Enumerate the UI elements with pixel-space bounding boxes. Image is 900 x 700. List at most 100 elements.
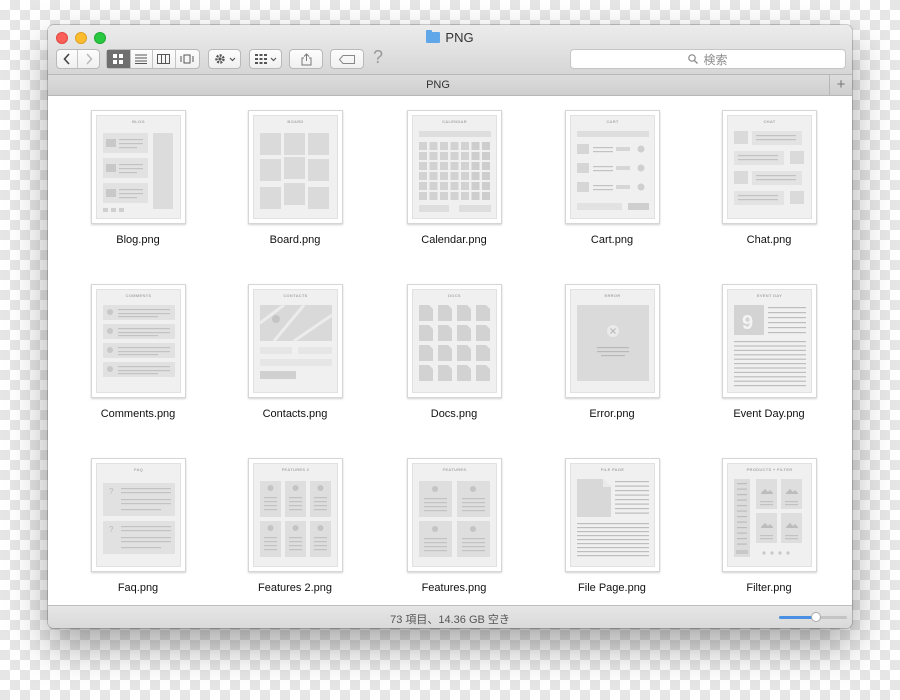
error-page-illustration xyxy=(577,305,649,381)
thumbnail-title: FILE PAGE xyxy=(600,467,625,472)
file-thumbnail[interactable]: CONTACTS xyxy=(248,284,343,398)
svg-text:9: 9 xyxy=(742,312,753,334)
search-placeholder: 検索 xyxy=(703,52,728,67)
file-thumbnail[interactable]: FEATURES 2 xyxy=(248,458,343,572)
list-view-icon xyxy=(135,54,148,64)
docs-page-illustration xyxy=(419,305,490,381)
tab-bar: PNG + xyxy=(48,75,852,96)
file-thumbnail[interactable]: PRODUCTS + FILTER xyxy=(722,458,817,572)
file-name[interactable]: Features.png xyxy=(379,582,529,594)
file-name[interactable]: Chat.png xyxy=(694,234,844,246)
status-bar: 73 項目、14.36 GB 空き xyxy=(48,605,852,628)
thumbnail-title: COMMENTS xyxy=(125,293,152,298)
file-name[interactable]: Event Day.png xyxy=(694,408,844,420)
arrange-menu-button[interactable] xyxy=(249,49,282,69)
tag-icon xyxy=(339,54,355,64)
file-thumbnail[interactable]: ERROR xyxy=(565,284,660,398)
file-item[interactable]: EVENT DAY 9 Event Day.png xyxy=(694,270,844,430)
file-name[interactable]: File Page.png xyxy=(537,582,687,594)
thumbnail-title: CART xyxy=(606,119,619,124)
file-item[interactable]: CONTACTS Contacts.png xyxy=(220,270,370,430)
file-name[interactable]: Features 2.png xyxy=(220,582,370,594)
file-thumbnail[interactable]: DOCS xyxy=(407,284,502,398)
file-item[interactable]: CHAT Chat.png xyxy=(694,96,844,256)
tab-png[interactable]: PNG xyxy=(48,79,828,91)
share-button[interactable] xyxy=(289,49,323,69)
file-name[interactable]: Blog.png xyxy=(63,234,213,246)
file-name[interactable]: Docs.png xyxy=(379,408,529,420)
file-item[interactable]: FILE PAGE File Page.png xyxy=(537,444,687,604)
file-grid-area[interactable]: BLOG Blog.png BOARD Board.png CALENDAR Calend… xyxy=(48,96,852,605)
thumbnail-title: BOARD xyxy=(287,119,304,124)
chevron-left-icon xyxy=(63,53,70,65)
calendar-page-illustration xyxy=(419,131,491,212)
icon-view-button[interactable] xyxy=(107,50,131,68)
file-thumbnail[interactable]: CALENDAR xyxy=(407,110,502,224)
file-thumbnail[interactable]: BOARD xyxy=(248,110,343,224)
file-name[interactable]: Comments.png xyxy=(63,408,213,420)
window-title: PNG xyxy=(48,30,852,45)
chevron-right-icon xyxy=(85,53,93,65)
file-name[interactable]: Board.png xyxy=(220,234,370,246)
file-thumbnail[interactable]: FEATURES xyxy=(407,458,502,572)
finder-window: PNG ? 検索 PNG + BLOG Blog.png BOARD Board… xyxy=(48,25,852,628)
file-thumbnail[interactable]: FILE PAGE xyxy=(565,458,660,572)
search-icon xyxy=(688,54,699,64)
cover-flow-button[interactable] xyxy=(176,50,199,68)
gear-icon xyxy=(214,54,225,64)
file-name[interactable]: Error.png xyxy=(537,408,687,420)
file-item[interactable]: BOARD Board.png xyxy=(220,96,370,256)
contacts-page-illustration xyxy=(259,303,333,379)
chat-page-illustration xyxy=(734,131,804,205)
filepage-page-illustration xyxy=(577,479,649,557)
blog-page-illustration xyxy=(103,133,173,212)
list-view-button[interactable] xyxy=(131,50,154,68)
file-thumbnail[interactable]: FAQ?? xyxy=(91,458,186,572)
file-item[interactable]: ERROR Error.png xyxy=(537,270,687,430)
forward-button[interactable] xyxy=(78,50,99,68)
share-icon xyxy=(301,52,311,65)
file-item[interactable]: FEATURES Features.png xyxy=(379,444,529,604)
thumbnail-title: CALENDAR xyxy=(442,119,467,124)
file-thumbnail[interactable]: CART xyxy=(565,110,660,224)
comments-page-illustration xyxy=(103,305,175,377)
cart-page-illustration xyxy=(577,131,649,210)
file-thumbnail[interactable]: COMMENTS xyxy=(91,284,186,398)
file-thumbnail[interactable]: BLOG xyxy=(91,110,186,224)
file-name[interactable]: Faq.png xyxy=(63,582,213,594)
thumbnail-title: ERROR xyxy=(604,293,621,298)
file-name[interactable]: Calendar.png xyxy=(379,234,529,246)
file-name[interactable]: Filter.png xyxy=(694,582,844,594)
search-field[interactable]: 検索 xyxy=(570,49,846,69)
tag-button[interactable] xyxy=(330,49,364,69)
file-item[interactable]: CALENDAR Calendar.png xyxy=(379,96,529,256)
back-button[interactable] xyxy=(57,50,79,68)
file-item[interactable]: PRODUCTS + FILTER Filter.png xyxy=(694,444,844,604)
file-thumbnail[interactable]: EVENT DAY 9 xyxy=(722,284,817,398)
column-view-button[interactable] xyxy=(153,50,176,68)
file-item[interactable]: CART Cart.png xyxy=(537,96,687,256)
view-mode-control xyxy=(106,49,200,69)
board-page-illustration xyxy=(260,133,329,209)
file-name[interactable]: Cart.png xyxy=(537,234,687,246)
icon-size-slider[interactable] xyxy=(779,612,847,622)
file-item[interactable]: FAQ?? Faq.png xyxy=(63,444,213,604)
thumbnail-title: DOCS xyxy=(448,293,461,298)
file-item[interactable]: FEATURES 2 Features 2.png xyxy=(220,444,370,604)
column-view-icon xyxy=(157,54,171,64)
action-menu-button[interactable] xyxy=(208,49,241,69)
grid-view-icon xyxy=(113,54,124,64)
thumbnail-title: FAQ xyxy=(133,467,144,472)
file-item[interactable]: DOCS Docs.png xyxy=(379,270,529,430)
file-item[interactable]: BLOG Blog.png xyxy=(63,96,213,256)
help-button[interactable]: ? xyxy=(373,47,383,68)
svg-text:?: ? xyxy=(109,487,114,496)
file-name[interactable]: Contacts.png xyxy=(220,408,370,420)
faq-page-illustration: ?? xyxy=(103,483,175,554)
chevron-down-icon xyxy=(270,57,276,61)
file-item[interactable]: COMMENTS Comments.png xyxy=(63,270,213,430)
thumbnail-title: FEATURES 2 xyxy=(281,467,310,472)
file-thumbnail[interactable]: CHAT xyxy=(722,110,817,224)
add-tab-button[interactable]: + xyxy=(829,75,852,95)
chevron-down-icon xyxy=(229,57,235,61)
